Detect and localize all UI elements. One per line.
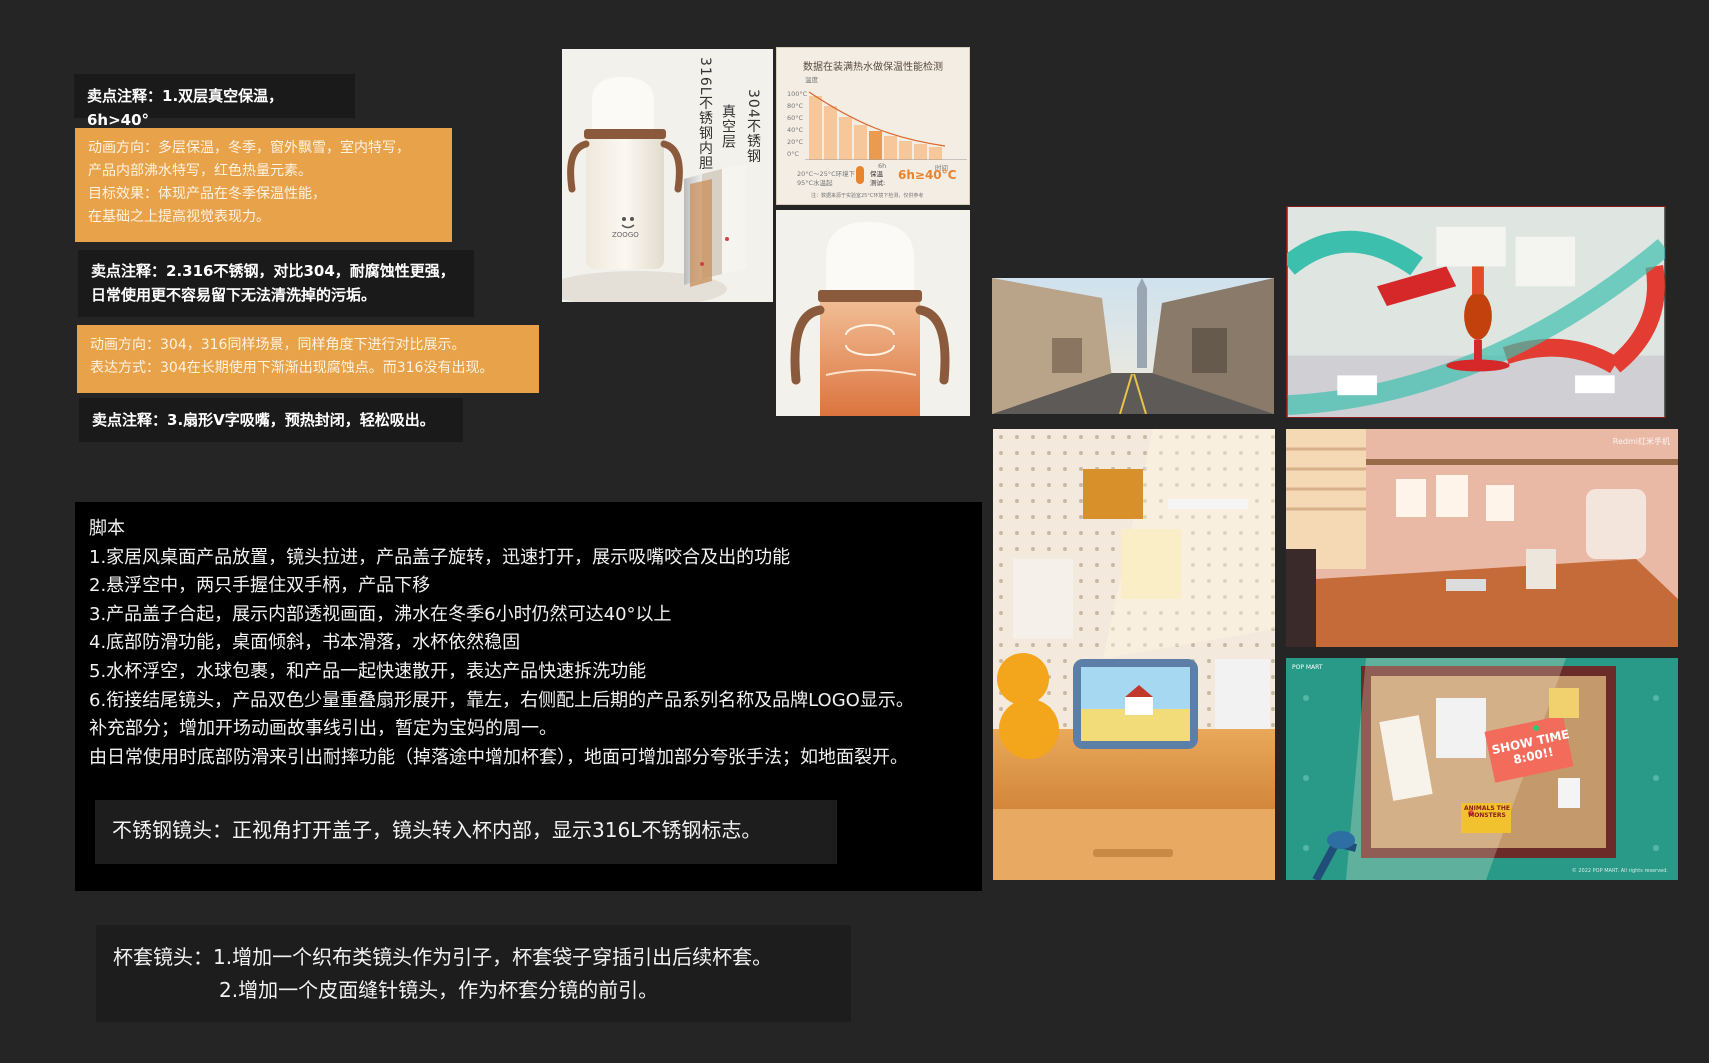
copyright-text: © 2022 POP MART. All rights reserved.	[1571, 868, 1668, 874]
script-line: 1.家居风桌面产品放置，镜头拉进，产品盖子旋转，迅速打开，展示吸嘴咬合及出的功能	[89, 546, 791, 568]
anim2-line: 动画方向：304，316同样场景，同样角度下进行对比展示。	[90, 337, 466, 353]
steel-shot-note: 不锈钢镜头：正视角打开盖子，镜头转入杯内部，显示316L不锈钢标志。	[95, 800, 837, 864]
script-line: 4.底部防滑功能，桌面倾斜，书本滑落，水杯依然稳固	[89, 632, 521, 654]
selling-point-note-3: 卖点注释：3.扇形V字吸嘴，预热封闭，轻松吸出。	[79, 398, 463, 442]
street-scene-image	[992, 278, 1274, 414]
script-line: 3.产品盖子合起，展示内部透视画面，沸水在冬季6小时仍然可达40°以上	[89, 603, 672, 625]
script-line: 补充部分；增加开场动画故事线引出，暂定为宝妈的周一。	[89, 718, 557, 740]
cup-sleeve-shot-note: 杯套镜头：1.增加一个织布类镜头作为引子，杯套袋子穿插引出后续杯套。 2.增加一…	[96, 925, 851, 1022]
thermal-unit: 温度	[805, 76, 818, 84]
steel-shot-text: 不锈钢镜头：正视角打开盖子，镜头转入杯内部，显示316L不锈钢标志。	[112, 818, 762, 842]
cola-scene-image	[1286, 206, 1666, 418]
pegboard-desk-illustration	[993, 429, 1275, 880]
label-316-steel: 316L不锈钢内胆	[697, 57, 713, 171]
label-vacuum-layer: 真空层	[720, 104, 736, 149]
anim1-line: 动画方向：多层保温，冬季，窗外飘雪，室内特写，	[88, 140, 410, 156]
chart-footnote: 注：数据来源于实验室25°C环境下检测，仅供参考	[811, 193, 924, 199]
street-scene-illustration	[992, 278, 1274, 414]
thermometer-icon	[856, 166, 864, 184]
pegboard-desk-image	[993, 429, 1275, 880]
animation-direction-note-1: 动画方向：多层保温，冬季，窗外飘雪，室内特写， 产品内部沸水特写，红色热量元素。…	[75, 128, 452, 242]
product-see-through-image	[776, 210, 970, 416]
script-heading: 脚本	[89, 518, 125, 539]
script-line: 由日常使用时底部防滑来引出耐摔功能（掉落途中增加杯套），地面可增加部分夸张手法；…	[89, 746, 908, 768]
result-value: 6h≥40°C	[898, 168, 957, 182]
tick: 0°C	[787, 150, 799, 158]
tick: 80°C	[787, 102, 804, 110]
product-see-through-illustration	[776, 210, 970, 416]
thermal-chart-image: 数据在装满热水做保温性能检测 温度 100°C 80°C 60°C 40°C 2…	[776, 47, 970, 205]
brand-tag: POP MART	[1292, 664, 1323, 671]
anim1-line: 在基础之上提高视觉表现力。	[88, 209, 270, 225]
cola-scene-illustration	[1287, 207, 1665, 417]
tick: 60°C	[787, 114, 804, 122]
animals-sticker: ANIMALS THE MONSTERS	[1464, 805, 1510, 819]
kids-room-image: Redmi红米手机	[1286, 429, 1678, 647]
label-304-steel: 304不锈钢	[745, 89, 761, 164]
phone-brand-tag: Redmi红米手机	[1612, 437, 1670, 446]
anim1-line: 目标效果：体现产品在冬季保温性能，	[88, 186, 326, 202]
anim2-line: 表达方式：304在长期使用下渐渐出现腐蚀点。而316没有出现。	[90, 360, 494, 376]
selling-point-note-1: 卖点注释：1.双层真空保温，6h>40°	[74, 74, 355, 129]
script-line: 6.衔接结尾镜头，产品双色少量重叠扇形展开，靠左，右侧配上后期的产品系列名称及品…	[89, 689, 914, 711]
product-cutaway-illustration	[562, 49, 773, 302]
cup-shot-line-1: 杯套镜头：1.增加一个织布类镜头作为引子，杯套袋子穿插引出后续杯套。	[113, 945, 773, 969]
brand-logo: ZOOGO	[612, 231, 639, 239]
anim1-line: 产品内部沸水特写，红色热量元素。	[88, 163, 312, 179]
result-label-2: 测试:	[870, 179, 886, 187]
thermal-chart-title: 数据在装满热水做保温性能检测	[803, 62, 943, 73]
cork-board-image: SHOW TIME 8:00!! ANIMALS THE MONSTERS PO…	[1286, 658, 1678, 880]
note-2-line: 日常使用更不容易留下无法清洗掉的污垢。	[91, 286, 377, 304]
product-cutaway-image: 316L不锈钢内胆 真空层 304不锈钢 ZOOGO	[562, 49, 773, 302]
kids-room-illustration	[1286, 429, 1678, 647]
thermal-curve	[805, 91, 967, 160]
note-3-text: 卖点注释：3.扇形V字吸嘴，预热封闭，轻松吸出。	[92, 411, 435, 429]
selling-point-note-2: 卖点注释：2.316不锈钢，对比304，耐腐蚀性更强， 日常使用更不容易留下无法…	[78, 250, 474, 317]
script-line: 2.悬浮空中，两只手握住双手柄，产品下移	[89, 575, 431, 597]
env-note-2: 95°C水温起	[797, 179, 833, 187]
cup-shot-line-2: 2.增加一个皮面缝针镜头，作为杯套分镜的前引。	[219, 978, 659, 1002]
script-line: 5.水杯浮空，水球包裹，和产品一起快速散开，表达产品快速拆洗功能	[89, 660, 647, 682]
tick: 20°C	[787, 138, 804, 146]
animation-direction-note-2: 动画方向：304，316同样场景，同样角度下进行对比展示。 表达方式：304在长…	[77, 325, 539, 393]
note-1-text: 卖点注释：1.双层真空保温，6h>40°	[87, 87, 284, 129]
tick: 40°C	[787, 126, 804, 134]
note-2-line: 卖点注释：2.316不锈钢，对比304，耐腐蚀性更强，	[91, 262, 455, 280]
cork-board-illustration	[1286, 658, 1678, 880]
